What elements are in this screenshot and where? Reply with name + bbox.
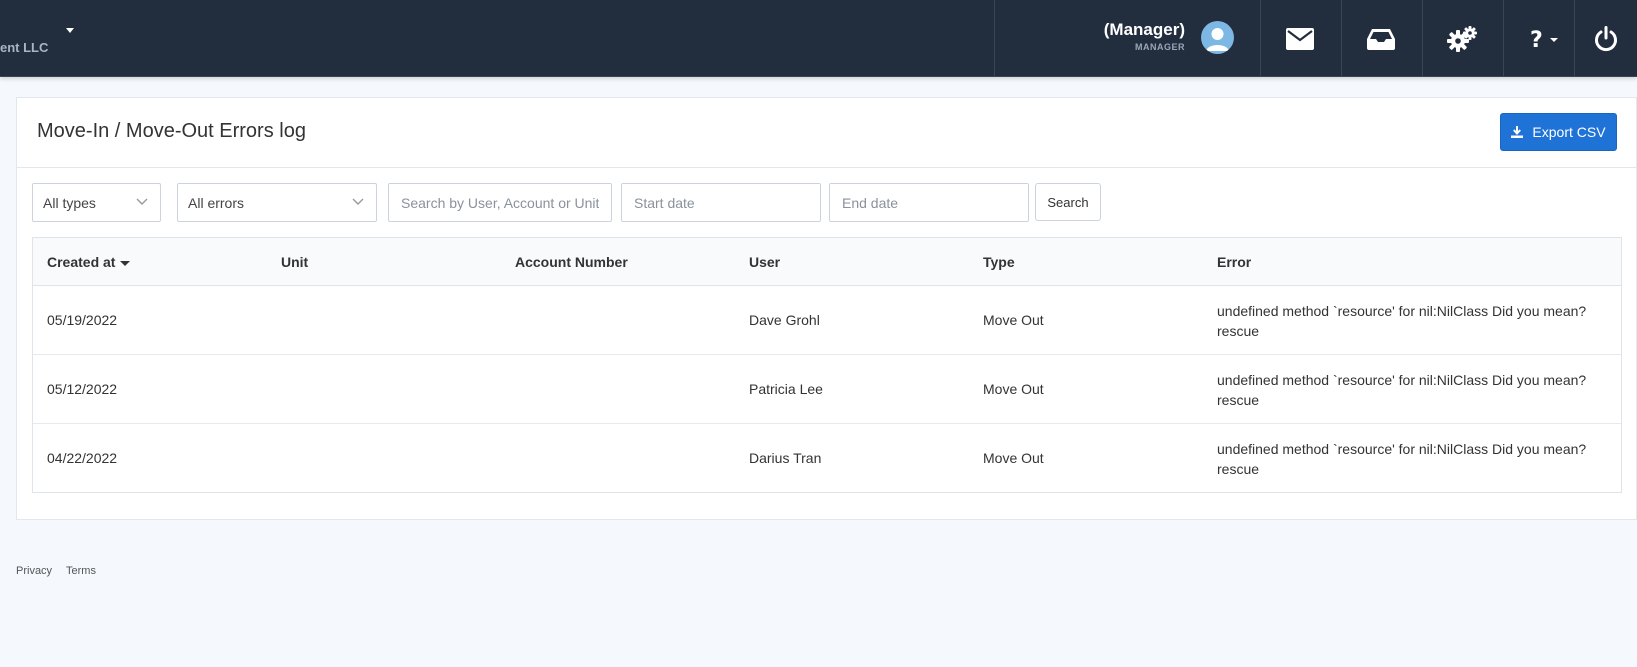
panel-header: Move-In / Move-Out Errors log Export CSV bbox=[17, 98, 1636, 168]
start-date-input[interactable] bbox=[621, 183, 821, 222]
cell-type: Move Out bbox=[983, 312, 1044, 328]
cell-error: undefined method `resource' for nil:NilC… bbox=[1217, 303, 1587, 339]
nav-divider bbox=[994, 0, 995, 77]
terms-link[interactable]: Terms bbox=[66, 565, 96, 577]
download-icon bbox=[1511, 126, 1524, 138]
column-header-unit: Unit bbox=[281, 254, 309, 270]
gears-icon bbox=[1447, 25, 1477, 52]
user-name: (Manager) bbox=[1103, 20, 1185, 39]
errors-select[interactable]: All errors bbox=[177, 183, 377, 222]
column-header-user: User bbox=[749, 254, 781, 270]
inbox-button[interactable] bbox=[1341, 0, 1421, 77]
types-select[interactable]: All types bbox=[32, 183, 161, 222]
search-button[interactable]: Search bbox=[1035, 183, 1101, 221]
types-select-value: All types bbox=[43, 194, 96, 211]
settings-button[interactable] bbox=[1422, 0, 1502, 77]
search-input[interactable] bbox=[388, 183, 612, 222]
logout-button[interactable] bbox=[1574, 0, 1637, 77]
table-row: 04/22/2022 Darius Tran Move Out undefine… bbox=[33, 424, 1621, 493]
table-header: Created at Unit Account Number User Type… bbox=[33, 238, 1621, 286]
page-title: Move-In / Move-Out Errors log bbox=[37, 120, 306, 142]
cell-type: Move Out bbox=[983, 381, 1044, 397]
chevron-down-icon bbox=[352, 198, 364, 205]
brand-dropdown-caret-icon[interactable] bbox=[66, 28, 74, 33]
inbox-tray-icon bbox=[1367, 28, 1395, 50]
user-avatar-icon bbox=[1206, 28, 1229, 51]
column-header-created-at[interactable]: Created at bbox=[47, 254, 131, 270]
cell-error: undefined method `resource' for nil:NilC… bbox=[1217, 372, 1587, 408]
cell-user: Darius Tran bbox=[749, 450, 822, 466]
cell-created-at: 05/19/2022 bbox=[47, 312, 118, 328]
help-button[interactable]: ? bbox=[1503, 0, 1583, 77]
cell-user: Dave Grohl bbox=[749, 312, 820, 328]
errors-select-value: All errors bbox=[188, 194, 245, 211]
user-role: MANAGER bbox=[1135, 42, 1185, 52]
cell-type: Move Out bbox=[983, 450, 1044, 466]
cell-created-at: 04/22/2022 bbox=[47, 450, 118, 466]
messages-button[interactable] bbox=[1260, 0, 1340, 77]
power-icon bbox=[1594, 25, 1617, 51]
column-header-account-number: Account Number bbox=[515, 254, 628, 270]
errors-table: Created at Unit Account Number User Type… bbox=[32, 237, 1622, 493]
table-row: 05/19/2022 Dave Grohl Move Out undefined… bbox=[33, 286, 1621, 355]
errors-log-panel: Move-In / Move-Out Errors log Export CSV… bbox=[16, 97, 1637, 520]
chevron-down-icon bbox=[136, 198, 148, 205]
svg-text:?: ? bbox=[1530, 28, 1543, 51]
question-mark-icon: ? bbox=[1530, 28, 1558, 51]
brand-name[interactable]: ent LLC bbox=[0, 40, 48, 55]
column-header-type: Type bbox=[983, 254, 1015, 270]
sort-desc-icon bbox=[120, 260, 131, 266]
top-navbar: ent LLC (Manager) MANAGER ? bbox=[0, 0, 1637, 77]
export-csv-label: Export CSV bbox=[1532, 124, 1606, 140]
end-date-input[interactable] bbox=[829, 183, 1029, 222]
cell-created-at: 05/12/2022 bbox=[47, 381, 118, 397]
envelope-icon bbox=[1286, 27, 1314, 50]
export-csv-button[interactable]: Export CSV bbox=[1500, 113, 1617, 151]
cell-error: undefined method `resource' for nil:NilC… bbox=[1217, 441, 1587, 477]
cell-user: Patricia Lee bbox=[749, 381, 823, 397]
chevron-down-icon bbox=[1550, 37, 1558, 42]
avatar[interactable] bbox=[1201, 21, 1234, 54]
privacy-link[interactable]: Privacy bbox=[16, 565, 52, 577]
table-row: 05/12/2022 Patricia Lee Move Out undefin… bbox=[33, 355, 1621, 424]
user-menu[interactable]: (Manager) MANAGER bbox=[1000, 0, 1258, 77]
column-header-error: Error bbox=[1217, 254, 1252, 270]
